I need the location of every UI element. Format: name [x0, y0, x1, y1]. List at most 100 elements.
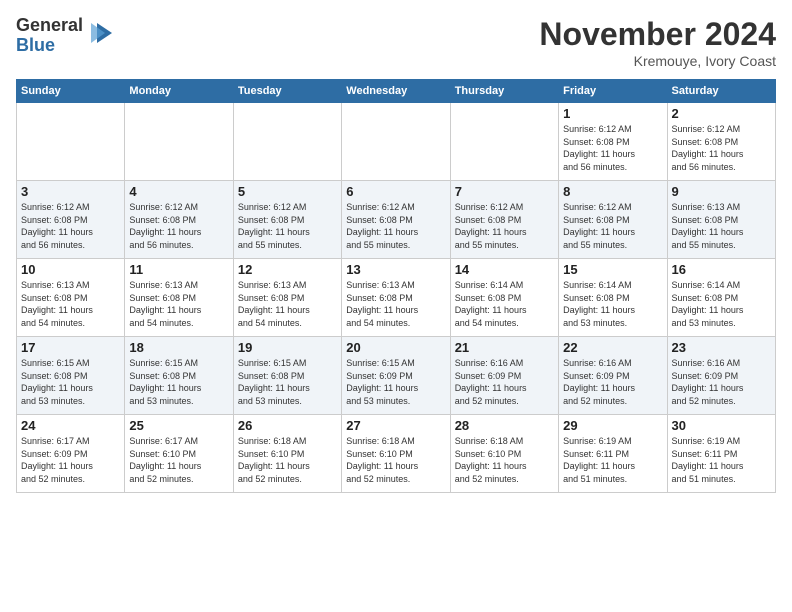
- weekday-header-row: SundayMondayTuesdayWednesdayThursdayFrid…: [17, 80, 776, 103]
- day-number: 30: [672, 418, 771, 433]
- weekday-header-wednesday: Wednesday: [342, 80, 450, 103]
- day-info: Sunrise: 6:15 AMSunset: 6:09 PMDaylight:…: [346, 357, 445, 407]
- day-number: 6: [346, 184, 445, 199]
- day-info: Sunrise: 6:15 AMSunset: 6:08 PMDaylight:…: [129, 357, 228, 407]
- day-number: 27: [346, 418, 445, 433]
- logo-general-text: General: [16, 16, 83, 36]
- calendar-week-4: 17 Sunrise: 6:15 AMSunset: 6:08 PMDayligh…: [17, 337, 776, 415]
- day-info: Sunrise: 6:14 AMSunset: 6:08 PMDaylight:…: [455, 279, 554, 329]
- calendar-cell: [17, 103, 125, 181]
- day-info: Sunrise: 6:13 AMSunset: 6:08 PMDaylight:…: [129, 279, 228, 329]
- day-info: Sunrise: 6:12 AMSunset: 6:08 PMDaylight:…: [563, 201, 662, 251]
- day-info: Sunrise: 6:15 AMSunset: 6:08 PMDaylight:…: [238, 357, 337, 407]
- day-number: 26: [238, 418, 337, 433]
- weekday-header-monday: Monday: [125, 80, 233, 103]
- day-info: Sunrise: 6:12 AMSunset: 6:08 PMDaylight:…: [672, 123, 771, 173]
- day-info: Sunrise: 6:13 AMSunset: 6:08 PMDaylight:…: [346, 279, 445, 329]
- day-number: 12: [238, 262, 337, 277]
- calendar-week-3: 10 Sunrise: 6:13 AMSunset: 6:08 PMDayligh…: [17, 259, 776, 337]
- day-info: Sunrise: 6:12 AMSunset: 6:08 PMDaylight:…: [346, 201, 445, 251]
- day-number: 21: [455, 340, 554, 355]
- day-number: 4: [129, 184, 228, 199]
- day-number: 14: [455, 262, 554, 277]
- day-info: Sunrise: 6:16 AMSunset: 6:09 PMDaylight:…: [563, 357, 662, 407]
- calendar-week-1: 1 Sunrise: 6:12 AMSunset: 6:08 PMDaylight…: [17, 103, 776, 181]
- day-number: 29: [563, 418, 662, 433]
- calendar-cell: [342, 103, 450, 181]
- day-info: Sunrise: 6:19 AMSunset: 6:11 PMDaylight:…: [563, 435, 662, 485]
- day-number: 5: [238, 184, 337, 199]
- day-number: 20: [346, 340, 445, 355]
- calendar-cell: 2Sunrise: 6:12 AMSunset: 6:08 PMDaylight…: [667, 103, 775, 181]
- day-number: 17: [21, 340, 120, 355]
- logo-icon: [87, 18, 117, 53]
- day-number: 15: [563, 262, 662, 277]
- calendar-cell: 23 Sunrise: 6:16 AMSunset: 6:09 PMDayligh…: [667, 337, 775, 415]
- day-number: 1: [563, 106, 662, 121]
- weekday-header-friday: Friday: [559, 80, 667, 103]
- day-info: Sunrise: 6:15 AMSunset: 6:08 PMDaylight:…: [21, 357, 120, 407]
- calendar-cell: 6 Sunrise: 6:12 AMSunset: 6:08 PMDaylight…: [342, 181, 450, 259]
- header: General Blue November 2024 Kremouye, Ivo…: [16, 16, 776, 69]
- day-info: Sunrise: 6:12 AMSunset: 6:08 PMDaylight:…: [455, 201, 554, 251]
- calendar-week-5: 24 Sunrise: 6:17 AMSunset: 6:09 PMDayligh…: [17, 415, 776, 493]
- day-number: 22: [563, 340, 662, 355]
- calendar-cell: 30 Sunrise: 6:19 AMSunset: 6:11 PMDayligh…: [667, 415, 775, 493]
- day-number: 19: [238, 340, 337, 355]
- day-info: Sunrise: 6:12 AMSunset: 6:08 PMDaylight:…: [238, 201, 337, 251]
- day-number: 25: [129, 418, 228, 433]
- logo: General Blue: [16, 16, 117, 56]
- calendar-cell: [125, 103, 233, 181]
- calendar-cell: 11Sunrise: 6:13 AMSunset: 6:08 PMDayligh…: [125, 259, 233, 337]
- day-info: Sunrise: 6:17 AMSunset: 6:10 PMDaylight:…: [129, 435, 228, 485]
- calendar-cell: 3Sunrise: 6:12 AMSunset: 6:08 PMDaylight…: [17, 181, 125, 259]
- logo-blue-text: Blue: [16, 36, 83, 56]
- calendar-cell: 8 Sunrise: 6:12 AMSunset: 6:08 PMDaylight…: [559, 181, 667, 259]
- day-number: 3: [21, 184, 120, 199]
- day-number: 10: [21, 262, 120, 277]
- day-number: 13: [346, 262, 445, 277]
- calendar-cell: 20 Sunrise: 6:15 AMSunset: 6:09 PMDayligh…: [342, 337, 450, 415]
- day-number: 28: [455, 418, 554, 433]
- month-title: November 2024: [539, 16, 776, 53]
- calendar-cell: 14 Sunrise: 6:14 AMSunset: 6:08 PMDayligh…: [450, 259, 558, 337]
- day-info: Sunrise: 6:19 AMSunset: 6:11 PMDaylight:…: [672, 435, 771, 485]
- day-info: Sunrise: 6:13 AMSunset: 6:08 PMDaylight:…: [21, 279, 120, 329]
- calendar-cell: 4 Sunrise: 6:12 AMSunset: 6:08 PMDaylight…: [125, 181, 233, 259]
- calendar-cell: [450, 103, 558, 181]
- calendar-cell: 1Sunrise: 6:12 AMSunset: 6:08 PMDaylight…: [559, 103, 667, 181]
- day-number: 9: [672, 184, 771, 199]
- calendar-cell: 9 Sunrise: 6:13 AMSunset: 6:08 PMDaylight…: [667, 181, 775, 259]
- calendar-cell: 21 Sunrise: 6:16 AMSunset: 6:09 PMDayligh…: [450, 337, 558, 415]
- calendar-cell: 10 Sunrise: 6:13 AMSunset: 6:08 PMDayligh…: [17, 259, 125, 337]
- weekday-header-tuesday: Tuesday: [233, 80, 341, 103]
- day-number: 16: [672, 262, 771, 277]
- calendar-cell: 12 Sunrise: 6:13 AMSunset: 6:08 PMDayligh…: [233, 259, 341, 337]
- calendar-cell: 17 Sunrise: 6:15 AMSunset: 6:08 PMDayligh…: [17, 337, 125, 415]
- day-number: 7: [455, 184, 554, 199]
- day-info: Sunrise: 6:13 AMSunset: 6:08 PMDaylight:…: [672, 201, 771, 251]
- calendar-cell: 7 Sunrise: 6:12 AMSunset: 6:08 PMDaylight…: [450, 181, 558, 259]
- calendar-cell: 27Sunrise: 6:18 AMSunset: 6:10 PMDayligh…: [342, 415, 450, 493]
- day-info: Sunrise: 6:16 AMSunset: 6:09 PMDaylight:…: [672, 357, 771, 407]
- calendar-cell: 18 Sunrise: 6:15 AMSunset: 6:08 PMDayligh…: [125, 337, 233, 415]
- calendar-week-2: 3 Sunrise: 6:12 AMSunset: 6:08 PMDaylight…: [17, 181, 776, 259]
- day-info: Sunrise: 6:12 AMSunset: 6:08 PMDaylight:…: [129, 201, 228, 251]
- day-number: 18: [129, 340, 228, 355]
- day-info: Sunrise: 6:16 AMSunset: 6:09 PMDaylight:…: [455, 357, 554, 407]
- day-number: 24: [21, 418, 120, 433]
- calendar-cell: 19 Sunrise: 6:15 AMSunset: 6:08 PMDayligh…: [233, 337, 341, 415]
- page-container: General Blue November 2024 Kremouye, Ivo…: [0, 0, 792, 501]
- calendar-cell: 13 Sunrise: 6:13 AMSunset: 6:08 PMDayligh…: [342, 259, 450, 337]
- day-number: 23: [672, 340, 771, 355]
- calendar-cell: 5 Sunrise: 6:12 AMSunset: 6:08 PMDaylight…: [233, 181, 341, 259]
- day-info: Sunrise: 6:18 AMSunset: 6:10 PMDaylight:…: [238, 435, 337, 485]
- day-info: Sunrise: 6:13 AMSunset: 6:08 PMDaylight:…: [238, 279, 337, 329]
- day-info: Sunrise: 6:18 AMSunset: 6:10 PMDaylight:…: [455, 435, 554, 485]
- weekday-header-sunday: Sunday: [17, 80, 125, 103]
- title-block: November 2024 Kremouye, Ivory Coast: [539, 16, 776, 69]
- day-info: Sunrise: 6:17 AMSunset: 6:09 PMDaylight:…: [21, 435, 120, 485]
- day-number: 8: [563, 184, 662, 199]
- calendar-cell: 24 Sunrise: 6:17 AMSunset: 6:09 PMDayligh…: [17, 415, 125, 493]
- weekday-header-thursday: Thursday: [450, 80, 558, 103]
